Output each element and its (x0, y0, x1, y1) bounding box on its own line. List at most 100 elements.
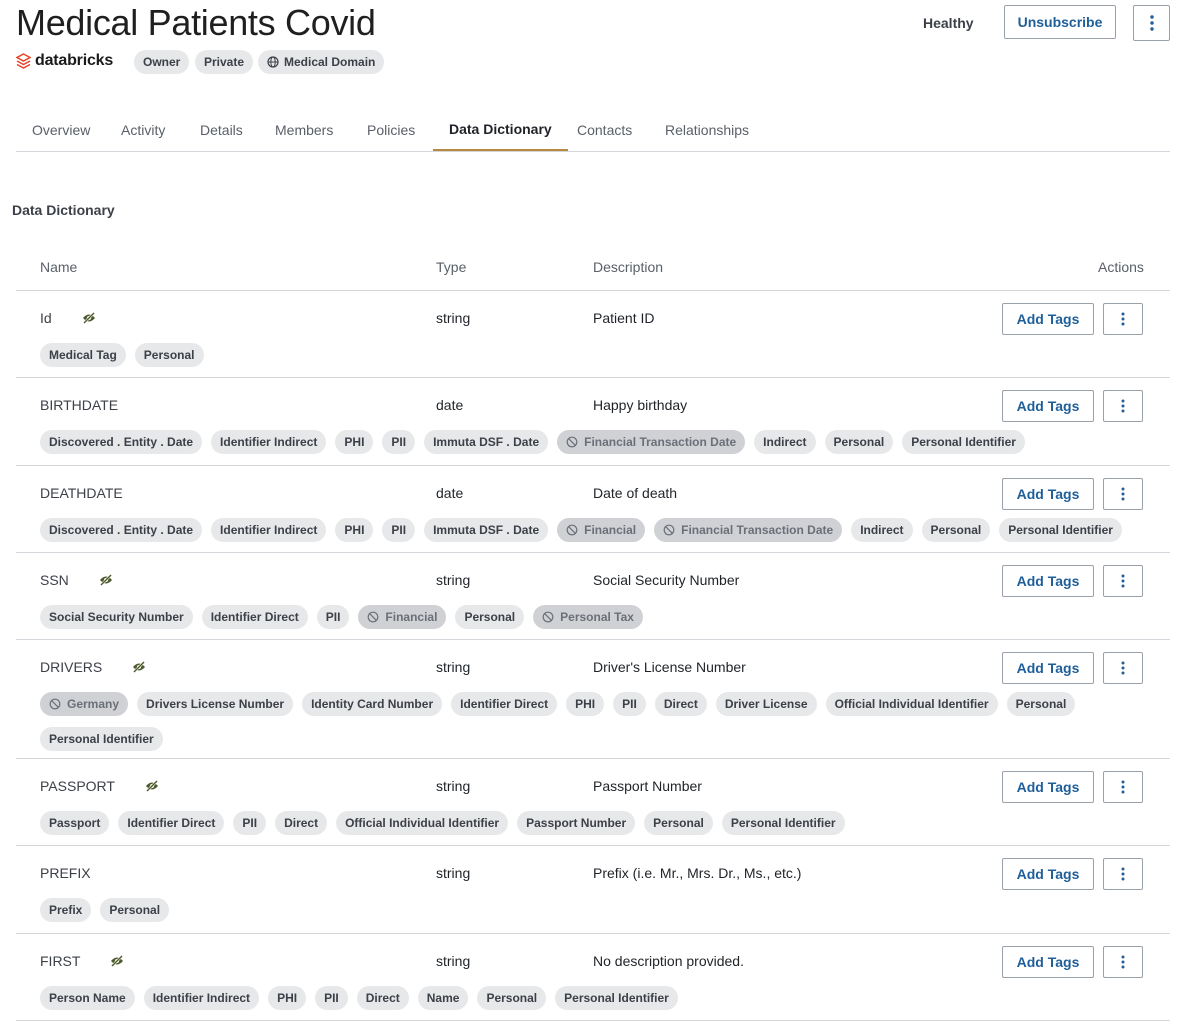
tag-chip[interactable]: Identifier Direct (451, 692, 558, 716)
tag-chip[interactable]: Direct (654, 692, 707, 716)
row-actions-button[interactable] (1103, 858, 1143, 890)
tag-chip[interactable]: Person Name (40, 986, 135, 1010)
disabled-tag[interactable]: Personal Tax (533, 605, 643, 629)
tag-chip[interactable]: Passport (40, 811, 110, 835)
unsubscribe-button[interactable]: Unsubscribe (1004, 5, 1116, 39)
tab-contacts[interactable]: Contacts (561, 108, 648, 151)
tag-chip[interactable]: Personal (134, 343, 204, 367)
tag-list: Passport Identifier Direct PII Direct Offici… (40, 811, 1140, 835)
tag-chip[interactable]: Name (417, 986, 469, 1010)
tag-chip[interactable]: Immuta DSF . Date (424, 430, 549, 454)
tag-chip[interactable]: Direct (275, 811, 328, 835)
tag-chip[interactable]: Personal Identifier (902, 430, 1025, 454)
tag-chip[interactable]: PII (382, 518, 416, 542)
tab-activity[interactable]: Activity (105, 108, 181, 151)
tag-chip[interactable]: Personal (455, 605, 525, 629)
tag-chip[interactable]: PII (233, 811, 267, 835)
tag-chip[interactable]: Personal (644, 811, 713, 835)
tag-chip[interactable]: Passport Number (517, 811, 636, 835)
tag-chip[interactable]: Direct (356, 986, 409, 1010)
add-tags-button[interactable]: Add Tags (1002, 946, 1094, 978)
domain-chip[interactable]: Medical Domain (258, 50, 385, 74)
tag-chip[interactable]: Discovered . Entity . Date (40, 518, 203, 542)
row-actions-button[interactable] (1103, 303, 1143, 335)
tag-chip[interactable]: Prefix (40, 898, 92, 922)
tab-overview[interactable]: Overview (16, 108, 106, 151)
kebab-menu-icon (1121, 955, 1125, 969)
tag-chip[interactable]: Personal (921, 518, 991, 542)
tag-chip[interactable]: Discovered . Entity . Date (40, 430, 203, 454)
disabled-tag[interactable]: Financial (358, 605, 447, 629)
tag-label: Personal (653, 816, 704, 830)
tag-chip[interactable]: Medical Tag (40, 343, 126, 367)
tab-details[interactable]: Details (184, 108, 259, 151)
column-name: DEATHDATE (40, 485, 123, 501)
tag-chip[interactable]: PII (315, 986, 348, 1010)
add-tags-button[interactable]: Add Tags (1002, 478, 1094, 510)
add-tags-button[interactable]: Add Tags (1002, 390, 1094, 422)
tag-label: Financial (584, 523, 637, 537)
tag-chip[interactable]: Personal Identifier (40, 727, 163, 751)
column-header-description: Description (593, 259, 664, 275)
tag-label: Personal Identifier (1008, 523, 1113, 537)
disabled-tag[interactable]: Financial Transaction Date (557, 430, 746, 454)
row-actions-button[interactable] (1103, 771, 1143, 803)
add-tags-button[interactable]: Add Tags (1002, 652, 1094, 684)
table-row: DRIVERS string Driver's License Number Add … (16, 640, 1170, 759)
column-type: date (436, 485, 464, 501)
tag-chip[interactable]: Identifier Indirect (211, 518, 327, 542)
tag-chip[interactable]: Personal (824, 430, 894, 454)
tag-chip[interactable]: PHI (566, 692, 605, 716)
tab-data-dictionary[interactable]: Data Dictionary (433, 108, 568, 151)
tag-chip[interactable]: Indirect (851, 518, 913, 542)
more-options-button[interactable] (1133, 5, 1170, 41)
tag-label: PII (324, 991, 339, 1005)
tag-chip[interactable]: Official Individual Identifier (336, 811, 509, 835)
tab-members[interactable]: Members (259, 108, 349, 151)
tab-relationships[interactable]: Relationships (649, 108, 765, 151)
tag-chip[interactable]: Personal Identifier (555, 986, 678, 1010)
add-tags-button[interactable]: Add Tags (1002, 858, 1094, 890)
row-actions-button[interactable] (1103, 946, 1143, 978)
tag-chip[interactable]: Personal (477, 986, 547, 1010)
ban-icon (566, 524, 578, 536)
tag-chip[interactable]: Personal Identifier (721, 811, 845, 835)
tag-label: Indirect (860, 523, 904, 537)
tag-chip[interactable]: Social Security Number (40, 605, 193, 629)
row-actions-button[interactable] (1103, 478, 1143, 510)
tag-chip[interactable]: PHI (335, 430, 374, 454)
tag-chip[interactable]: Identifier Indirect (211, 430, 327, 454)
tag-label: PII (242, 816, 258, 830)
tag-chip[interactable]: Driver License (715, 692, 817, 716)
tag-chip[interactable]: Identity Card Number (302, 692, 443, 716)
row-actions-button[interactable] (1103, 652, 1143, 684)
tag-chip[interactable]: Personal Identifier (999, 518, 1122, 542)
tag-chip[interactable]: Official Individual Identifier (825, 692, 998, 716)
tag-chip[interactable]: Identifier Indirect (143, 986, 260, 1010)
tag-chip[interactable]: Drivers License Number (137, 692, 294, 716)
tag-label: Financial Transaction Date (681, 523, 834, 537)
add-tags-button[interactable]: Add Tags (1002, 771, 1094, 803)
tab-policies[interactable]: Policies (351, 108, 431, 151)
tag-chip[interactable]: Personal (1006, 692, 1076, 716)
tag-chip[interactable]: PHI (335, 518, 374, 542)
tag-chip[interactable]: PII (613, 692, 646, 716)
tag-label: Personal (833, 435, 885, 449)
tag-list: Person Name Identifier Indirect PHI PII Dire… (40, 986, 1140, 1010)
row-actions-button[interactable] (1103, 565, 1143, 597)
tag-chip[interactable]: PHI (268, 986, 307, 1010)
tag-list: Discovered . Entity . Date Identifier Ind… (40, 430, 1140, 454)
add-tags-button[interactable]: Add Tags (1002, 303, 1094, 335)
tag-chip[interactable]: Personal (100, 898, 170, 922)
tag-chip[interactable]: PII (316, 605, 350, 629)
tag-chip[interactable]: Identifier Direct (201, 605, 308, 629)
row-actions-button[interactable] (1103, 390, 1143, 422)
tag-chip[interactable]: PII (382, 430, 416, 454)
disabled-tag[interactable]: Germany (40, 692, 129, 716)
tag-chip[interactable]: Indirect (754, 430, 816, 454)
disabled-tag[interactable]: Financial Transaction Date (654, 518, 843, 542)
disabled-tag[interactable]: Financial (557, 518, 646, 542)
add-tags-button[interactable]: Add Tags (1002, 565, 1094, 597)
tag-chip[interactable]: Identifier Direct (118, 811, 225, 835)
tag-chip[interactable]: Immuta DSF . Date (424, 518, 549, 542)
